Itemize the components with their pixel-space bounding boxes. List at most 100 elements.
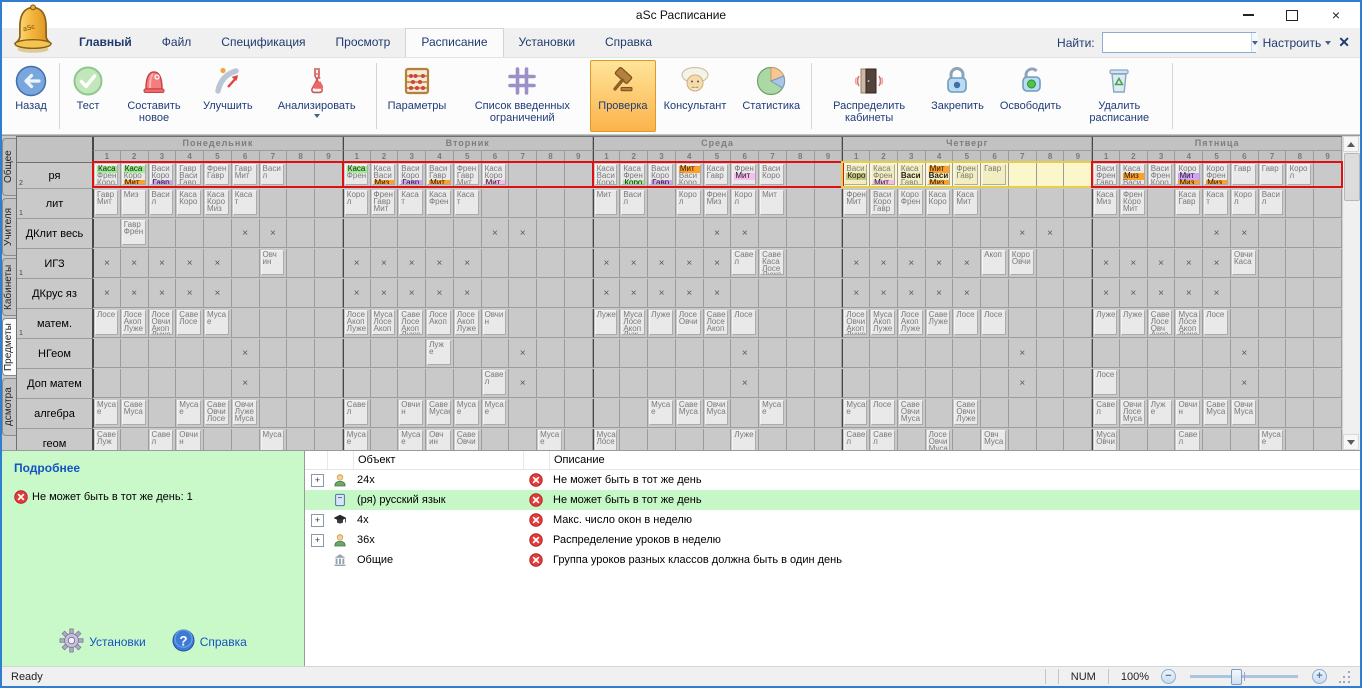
close-button[interactable]: ×	[1314, 2, 1358, 28]
scroll-down-icon[interactable]	[1343, 434, 1359, 450]
lesson-entry[interactable]: Мусае	[455, 400, 479, 425]
grid-cell[interactable]	[565, 249, 593, 278]
grid-cell[interactable]	[176, 369, 204, 398]
grid-cell[interactable]: Савел	[1175, 429, 1203, 450]
grid-cell[interactable]	[537, 399, 565, 428]
grid-cell[interactable]	[509, 399, 537, 428]
grid-cell[interactable]	[149, 339, 177, 368]
grid-cell[interactable]: ×	[426, 279, 454, 308]
lesson-entry[interactable]: МусаЛосеАкопЛуж	[621, 310, 645, 335]
grid-cell[interactable]	[1314, 309, 1342, 338]
lesson-entry[interactable]: ФренГаврМит	[372, 190, 396, 215]
lesson-entry[interactable]: СавеЛуже	[927, 310, 951, 335]
grid-cell[interactable]	[1120, 369, 1148, 398]
grid-cell[interactable]	[537, 309, 565, 338]
lesson-entry[interactable]: ФренМит	[732, 164, 756, 185]
grid-cell[interactable]	[981, 219, 1009, 248]
row-label-НГеом[interactable]: НГеом	[17, 339, 93, 369]
grid-cell[interactable]	[759, 309, 787, 338]
grid-cell[interactable]: СавеОвчи	[454, 429, 482, 450]
grid-cell[interactable]: ВасиКоро	[842, 163, 870, 188]
lesson-entry[interactable]: КасаВасиМизКоро	[372, 164, 396, 185]
grid-cell[interactable]: ×	[953, 249, 981, 278]
lesson-entry[interactable]: ЛосеОвчиАкопЛуже	[844, 310, 867, 335]
grid-cell[interactable]	[898, 429, 926, 450]
grid-cell[interactable]	[1286, 219, 1314, 248]
grid-cell[interactable]: КасаМит	[953, 189, 981, 218]
grid-cell[interactable]: Мусае	[176, 399, 204, 428]
grid-cell[interactable]	[815, 309, 843, 338]
grid-cell[interactable]	[593, 339, 621, 368]
grid-cell[interactable]: ОвчиМуса	[1231, 399, 1259, 428]
issue-row[interactable]: +36xРаспределение уроков в неделю	[305, 530, 1360, 550]
grid-cell[interactable]	[1092, 339, 1120, 368]
grid-cell[interactable]	[1148, 219, 1176, 248]
row-label-Доп матем[interactable]: Доп матем	[17, 369, 93, 399]
row-label-алгебра[interactable]: алгебра	[17, 399, 93, 429]
grid-cell[interactable]	[1259, 369, 1287, 398]
grid-cell[interactable]	[537, 249, 565, 278]
grid-cell[interactable]	[787, 399, 815, 428]
lesson-entry[interactable]: Лосе	[1094, 370, 1117, 395]
lesson-entry[interactable]: КасаФренМитМиз	[871, 164, 895, 185]
grid-cell[interactable]: ×	[509, 219, 537, 248]
grid-cell[interactable]: СавеЛосеАкопЛуже	[398, 309, 426, 338]
grid-cell[interactable]	[398, 219, 426, 248]
lesson-entry[interactable]: ФренГавр	[954, 164, 978, 185]
grid-cell[interactable]	[1286, 399, 1314, 428]
lesson-entry[interactable]: Овчин	[483, 310, 507, 335]
grid-cell[interactable]	[343, 219, 371, 248]
lesson-entry[interactable]: ВасиФренГаврМит	[1094, 164, 1117, 185]
zoom-out-button[interactable]: −	[1161, 669, 1176, 684]
grid-cell[interactable]: СавеМуса	[676, 399, 704, 428]
grid-cell[interactable]	[315, 429, 343, 450]
grid-cell[interactable]	[454, 219, 482, 248]
grid-cell[interactable]: ×	[204, 279, 232, 308]
lesson-entry[interactable]: ГаврФрен	[122, 220, 146, 245]
lesson-entry[interactable]: ЛосеАкопЛуже	[899, 310, 923, 335]
row-label-ИГЗ[interactable]: ИГЗ1	[17, 249, 93, 279]
grid-cell[interactable]: Савел	[482, 369, 510, 398]
grid-cell[interactable]: ФренГаврМит	[371, 189, 399, 218]
lesson-entry[interactable]: Лосе	[1204, 310, 1228, 335]
lesson-entry[interactable]: Муса	[261, 430, 285, 450]
lesson-entry[interactable]: Мусае	[345, 430, 368, 450]
lesson-entry[interactable]: ОвчМуса	[982, 430, 1006, 450]
grid-cell[interactable]	[815, 163, 843, 188]
grid-cell[interactable]	[1064, 279, 1092, 308]
grid-cell[interactable]: Мусае	[343, 429, 371, 450]
lesson-entry[interactable]: Савел	[732, 250, 756, 275]
grid-cell[interactable]: ×	[870, 279, 898, 308]
grid-cell[interactable]	[926, 219, 954, 248]
grid-cell[interactable]	[1314, 249, 1342, 278]
grid-cell[interactable]	[565, 163, 593, 188]
issue-row[interactable]: (ря) русский языкНе может быть в тот же …	[305, 490, 1360, 510]
grid-cell[interactable]	[509, 309, 537, 338]
grid-cell[interactable]: ×	[371, 249, 399, 278]
grid-cell[interactable]	[1259, 249, 1287, 278]
grid-cell[interactable]	[260, 279, 288, 308]
grid-cell[interactable]	[759, 219, 787, 248]
grid-cell[interactable]: МусаЛосеАкоп	[371, 309, 399, 338]
grid-cell[interactable]	[176, 219, 204, 248]
grid-cell[interactable]	[676, 219, 704, 248]
lesson-entry[interactable]: СавеЛуж	[95, 430, 118, 450]
grid-cell[interactable]	[815, 279, 843, 308]
grid-cell[interactable]	[482, 249, 510, 278]
grid-cell[interactable]	[1314, 339, 1342, 368]
grid-cell[interactable]: КороФрен	[898, 189, 926, 218]
grid-cell[interactable]: ×	[731, 339, 759, 368]
grid-cell[interactable]	[759, 369, 787, 398]
grid-cell[interactable]: ×	[593, 279, 621, 308]
grid-cell[interactable]	[1009, 399, 1037, 428]
grid-cell[interactable]	[149, 399, 177, 428]
lesson-entry[interactable]: МусаОвчи	[1094, 430, 1117, 450]
grid-cell[interactable]: ОвчиЛужеМуса	[232, 399, 260, 428]
lesson-entry[interactable]: Луже	[427, 340, 451, 365]
row-label-ДКрус яз[interactable]: ДКрус яз	[17, 279, 93, 309]
grid-cell[interactable]	[343, 339, 371, 368]
lesson-entry[interactable]: Луже	[732, 430, 756, 450]
grid-cell[interactable]: ×	[398, 279, 426, 308]
grid-cell[interactable]: СавеМуса	[1203, 399, 1231, 428]
grid-cell[interactable]: Лосе	[981, 309, 1009, 338]
